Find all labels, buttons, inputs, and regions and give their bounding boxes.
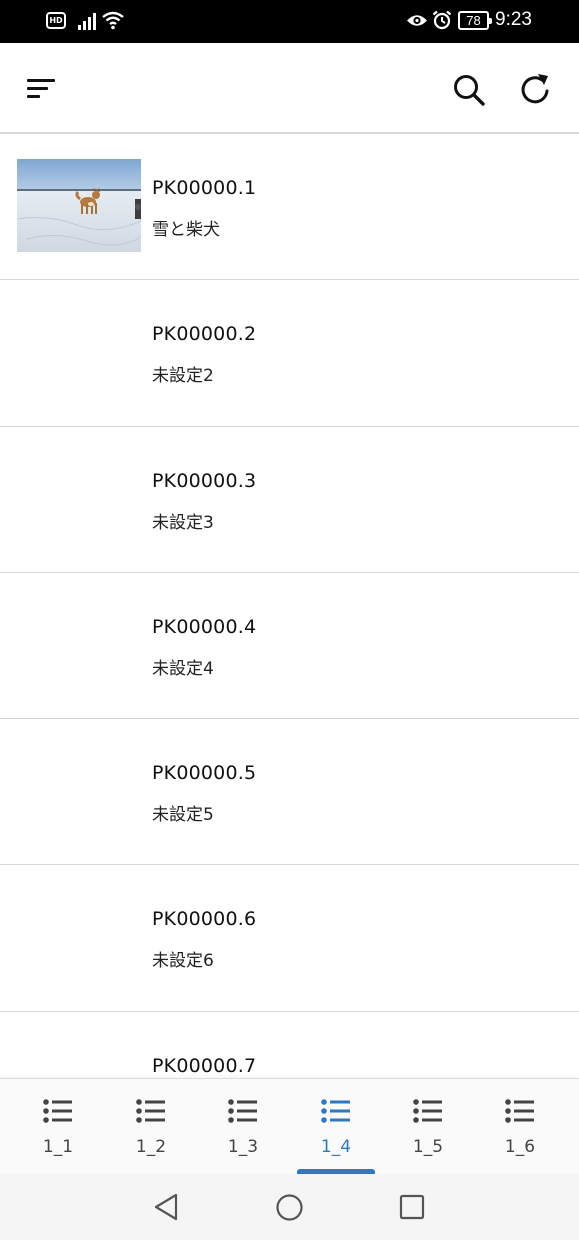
item-subtitle: 雪と柴犬: [152, 220, 220, 240]
item-title: PK00000.7: [152, 1054, 257, 1077]
refresh-icon[interactable]: [518, 71, 554, 107]
list-item[interactable]: PK00000.1 雪と柴犬: [0, 134, 579, 281]
list-item[interactable]: PK00000.6 未設定6: [0, 865, 579, 1012]
tab-1-1[interactable]: 1_1: [12, 1079, 104, 1175]
bottom-tab-bar: 1_1 1_2 1_3 1_4 1_5 1_6: [0, 1078, 579, 1175]
item-subtitle: 未設定6: [152, 951, 214, 972]
list-icon: [43, 1099, 72, 1123]
item-title: PK00000.2: [152, 323, 257, 346]
wifi-icon: [102, 11, 124, 30]
back-icon[interactable]: [152, 1192, 180, 1222]
battery-indicator: 78: [458, 11, 492, 30]
item-subtitle: 未設定3: [152, 512, 214, 533]
list-icon: [228, 1099, 257, 1123]
item-title: PK00000.3: [152, 469, 257, 492]
app-bar: [0, 43, 579, 134]
tab-label: 1_6: [504, 1137, 536, 1157]
item-title: PK00000.5: [152, 762, 257, 785]
thumbnail-image: [17, 159, 141, 252]
item-title: PK00000.4: [152, 615, 257, 638]
list-icon: [413, 1099, 442, 1123]
list-item[interactable]: PK00000.3 未設定3: [0, 427, 579, 573]
list-item[interactable]: PK00000.7: [0, 1012, 579, 1078]
list-icon: [136, 1099, 165, 1123]
tab-1-3[interactable]: 1_3: [197, 1079, 289, 1175]
item-title: PK00000.6: [152, 908, 257, 931]
recents-icon[interactable]: [399, 1194, 425, 1220]
list-item[interactable]: PK00000.2 未設定2: [0, 280, 579, 427]
tab-1-2[interactable]: 1_2: [105, 1079, 197, 1175]
list-item[interactable]: PK00000.4 未設定4: [0, 573, 579, 720]
list-icon: [321, 1099, 350, 1123]
sort-icon[interactable]: [25, 77, 57, 103]
hd-badge: HD: [46, 12, 66, 29]
status-bar: HD 78 9:23: [0, 0, 579, 43]
home-icon[interactable]: [275, 1193, 304, 1222]
tab-1-5[interactable]: 1_5: [382, 1079, 474, 1175]
signal-icon: [78, 13, 96, 30]
search-icon[interactable]: [452, 73, 486, 107]
tab-1-6[interactable]: 1_6: [474, 1079, 566, 1175]
clock: 9:23: [495, 9, 532, 30]
alarm-icon: [432, 10, 452, 30]
system-navigation-bar: [0, 1174, 579, 1240]
list-icon: [505, 1099, 534, 1123]
item-subtitle: 未設定4: [152, 658, 214, 679]
item-subtitle: 未設定5: [152, 805, 214, 826]
item-subtitle: 未設定2: [152, 366, 214, 387]
tab-label: 1_5: [412, 1137, 444, 1157]
tab-label: 1_3: [227, 1137, 259, 1157]
tab-1-4[interactable]: 1_4: [290, 1079, 382, 1175]
tab-label: 1_2: [135, 1137, 167, 1157]
list-item[interactable]: PK00000.5 未設定5: [0, 719, 579, 866]
tab-label: 1_4: [320, 1137, 352, 1157]
item-list: PK00000.1 雪と柴犬 PK00000.2 未設定2 PK00000.3 …: [0, 134, 579, 1078]
eye-icon: [407, 15, 427, 26]
tab-label: 1_1: [42, 1137, 74, 1157]
item-title: PK00000.1: [152, 177, 257, 199]
